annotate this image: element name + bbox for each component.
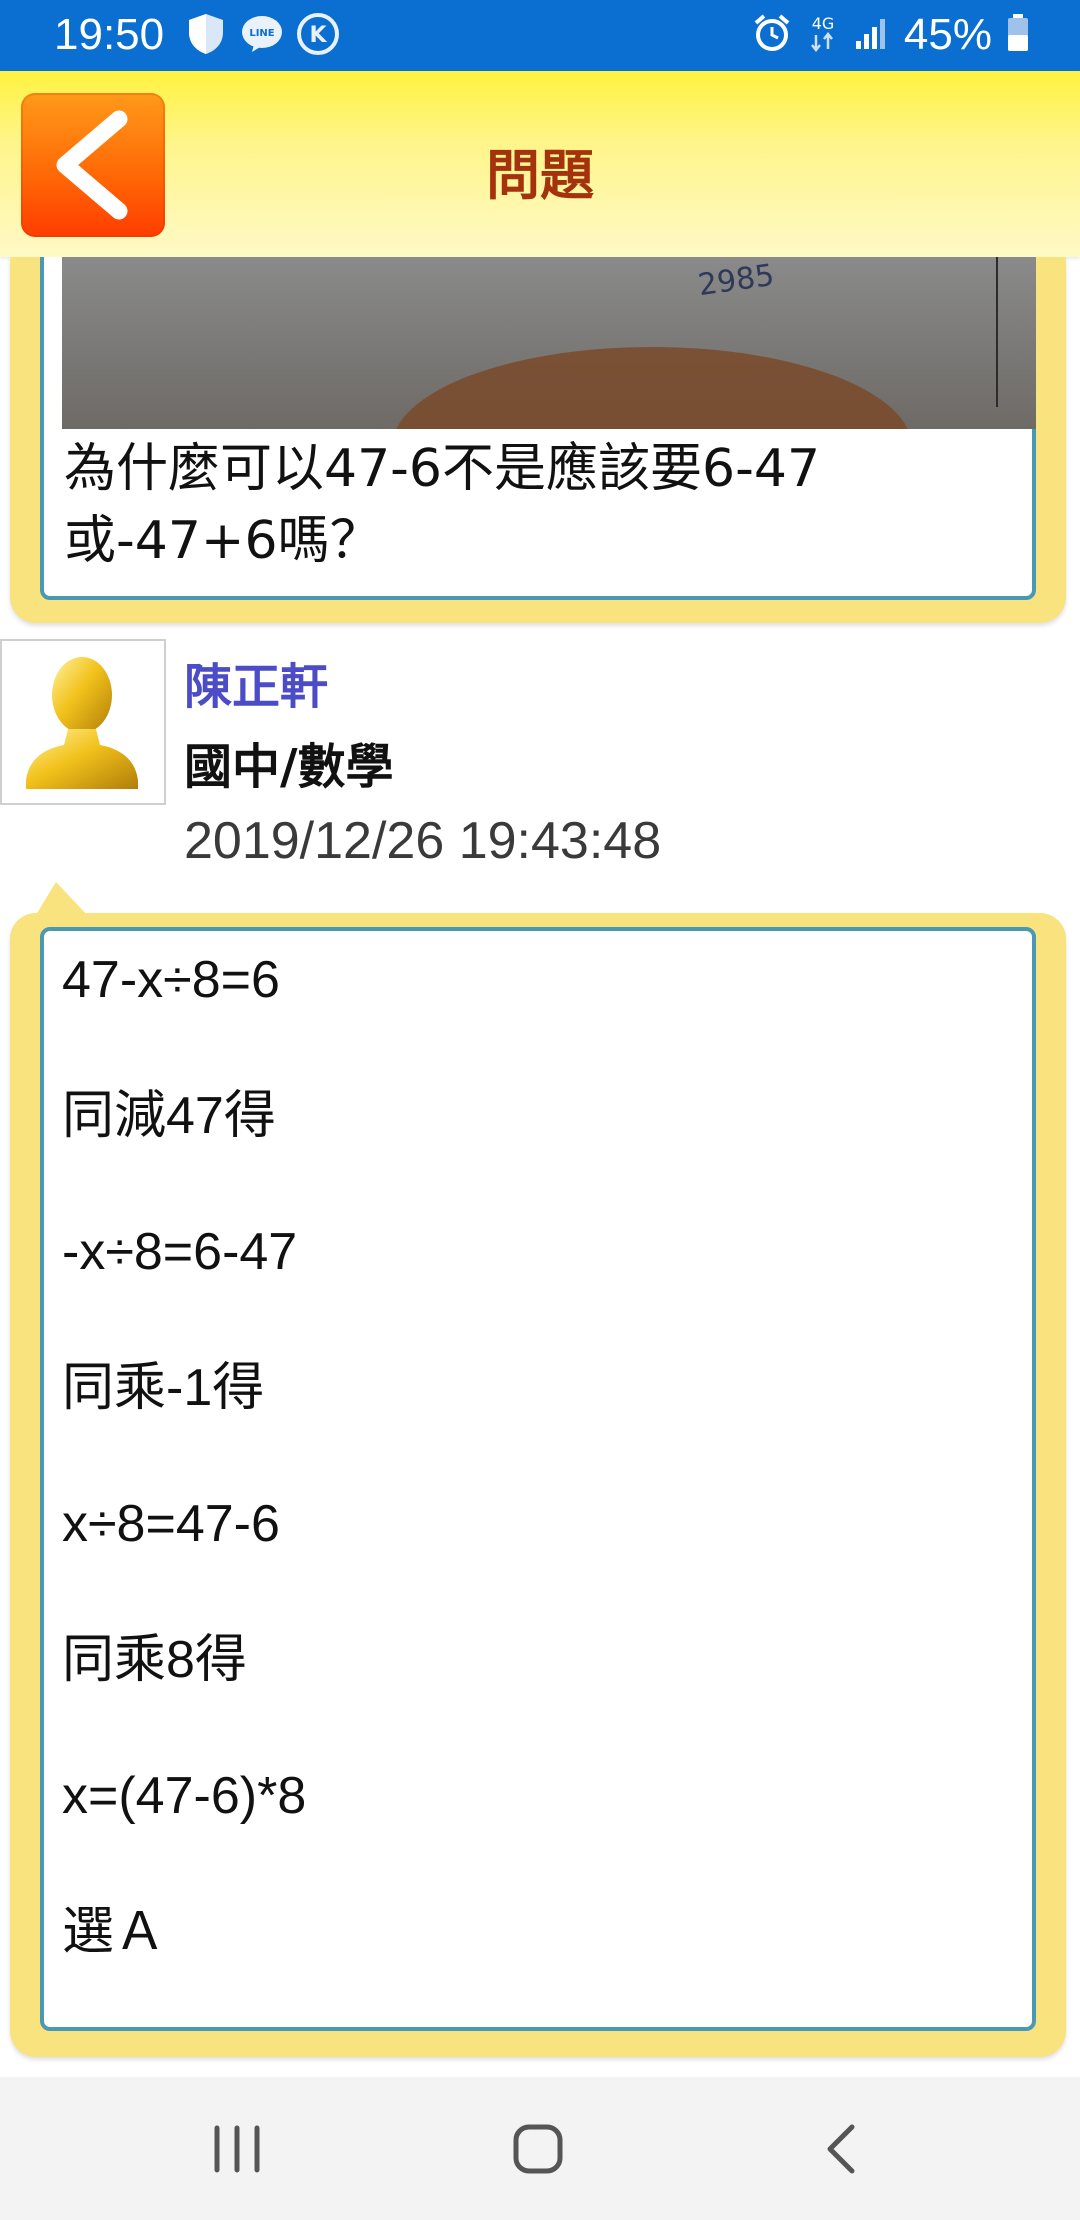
alarm-icon: [752, 13, 792, 57]
answer-line: -x÷8=6-47: [62, 1223, 298, 1281]
answer-timestamp: 2019/12/26 19:43:48: [184, 812, 662, 870]
question-photo[interactable]: 2985: [62, 257, 1036, 429]
home-button[interactable]: [508, 2119, 568, 2179]
recent-apps-button[interactable]: [207, 2119, 267, 2179]
system-back-button[interactable]: [812, 2119, 872, 2179]
answer-line: 47-x÷8=6: [62, 951, 280, 1009]
answer-line: 同乘-1得: [62, 1359, 265, 1417]
svg-text:LINE: LINE: [249, 28, 274, 39]
page-title: 問題: [486, 144, 594, 207]
status-bar: 19:50 LINE K 4G 45%: [0, 0, 1080, 71]
status-notification-icons: LINE K: [184, 12, 340, 56]
answer-line: x÷8=47-6: [62, 1495, 280, 1553]
answer-text: 47-x÷8=6 同減47得 -x÷8=6-47 同乘-1得 x÷8=47-6 …: [62, 947, 1002, 2035]
status-system-icons: 4G 45%: [752, 10, 1030, 60]
photo-text: 2985: [695, 257, 777, 304]
app-header: 問題: [0, 71, 1080, 257]
avatar[interactable]: [0, 639, 166, 805]
content-area[interactable]: 2985 為什麼可以47-6不是應該要6-47或-47+6嗎？ 陳正軒 國中/數…: [0, 257, 1080, 2077]
answer-line: 同減47得: [62, 1087, 276, 1145]
status-time: 19:50: [54, 10, 165, 59]
answer-subject: 國中/數學: [184, 739, 394, 795]
answer-author[interactable]: 陳正軒: [184, 647, 328, 717]
answer-line: x=(47-6)*8: [62, 1767, 307, 1825]
question-text: 為什麼可以47-6不是應該要6-47或-47+6嗎？: [64, 439, 821, 571]
svg-text:4G: 4G: [812, 14, 835, 33]
user-silhouette-icon: [26, 657, 138, 789]
shield-icon: [184, 12, 228, 56]
answer-line: 選Ａ: [62, 1903, 167, 1961]
signal-icon: [854, 15, 890, 55]
k-icon: K: [296, 12, 340, 56]
answer-line: 同乘8得: [62, 1631, 247, 1689]
back-icon: [827, 2124, 855, 2174]
network-4g-icon: 4G: [806, 13, 840, 57]
battery-icon: [1006, 13, 1030, 57]
answer-author-header: 陳正軒 國中/數學 2019/12/26 19:43:48: [0, 639, 1080, 889]
line-icon: LINE: [240, 12, 284, 56]
home-icon: [513, 2124, 563, 2174]
recent-apps-icon: [214, 2125, 260, 2173]
photo-edge-line: [996, 257, 998, 407]
navigation-bar: [0, 2077, 1080, 2220]
battery-percent: 45%: [903, 10, 992, 59]
photo-hand-shadow: [392, 347, 912, 429]
svg-text:K: K: [309, 23, 327, 48]
